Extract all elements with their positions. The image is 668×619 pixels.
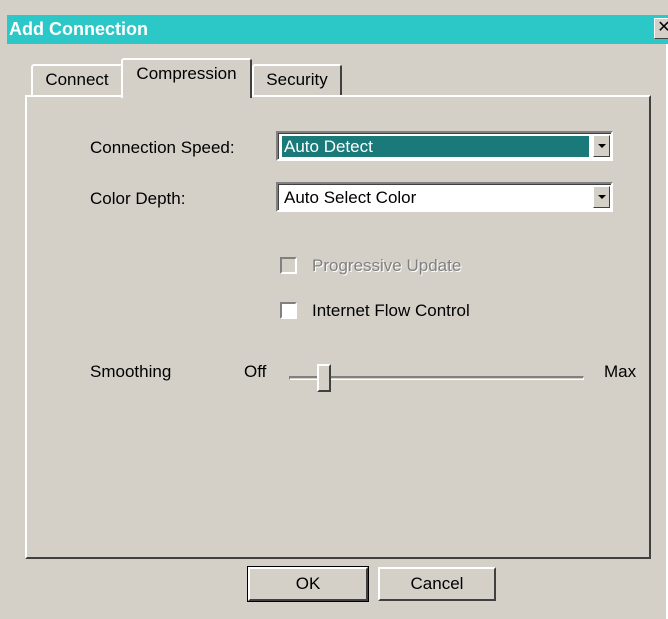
compression-panel: Connection Speed: Auto Detect Color Dept… — [25, 95, 651, 559]
chevron-down-icon — [598, 144, 606, 148]
smoothing-slider-thumb[interactable] — [317, 364, 332, 392]
tab-compression-label: Compression — [136, 64, 237, 83]
color-depth-value: Auto Select Color — [284, 188, 417, 207]
tab-connect[interactable]: Connect — [31, 64, 123, 96]
cancel-button-label: Cancel — [410, 574, 464, 593]
color-depth-label: Color Depth: — [90, 189, 186, 208]
smoothing-label: Smoothing — [90, 362, 172, 381]
ok-button[interactable]: OK — [247, 566, 369, 602]
title-bar[interactable]: Add Connection ✕ — [7, 15, 668, 44]
color-depth-select[interactable]: Auto Select Color — [276, 182, 613, 212]
window-title: Add Connection — [9, 19, 148, 39]
internet-flow-control-checkbox[interactable] — [280, 302, 297, 319]
tab-security[interactable]: Security — [252, 64, 342, 96]
tab-connect-label: Connect — [45, 70, 109, 89]
tab-compression[interactable]: Compression — [121, 58, 252, 98]
progressive-update-label: Progressive Update — [312, 256, 462, 275]
close-icon: ✕ — [657, 19, 668, 36]
close-button[interactable]: ✕ — [654, 18, 668, 39]
smoothing-slider-track[interactable] — [289, 376, 584, 380]
color-depth-dropdown-button[interactable] — [593, 186, 610, 208]
internet-flow-control-label: Internet Flow Control — [312, 301, 470, 320]
cancel-button[interactable]: Cancel — [378, 567, 496, 601]
connection-speed-select[interactable]: Auto Detect — [276, 131, 613, 161]
smoothing-max-label: Max — [604, 362, 637, 381]
add-connection-dialog: Add Connection ✕ Connect Compression Sec… — [0, 0, 668, 619]
connection-speed-dropdown-button[interactable] — [593, 135, 610, 157]
ok-button-label: OK — [295, 574, 321, 593]
tab-security-label: Security — [266, 70, 328, 89]
connection-speed-value: Auto Detect — [282, 136, 589, 157]
connection-speed-label: Connection Speed: — [90, 138, 235, 157]
progressive-update-checkbox[interactable] — [280, 257, 297, 274]
smoothing-min-label: Off — [244, 362, 267, 381]
chevron-down-icon — [598, 195, 606, 199]
